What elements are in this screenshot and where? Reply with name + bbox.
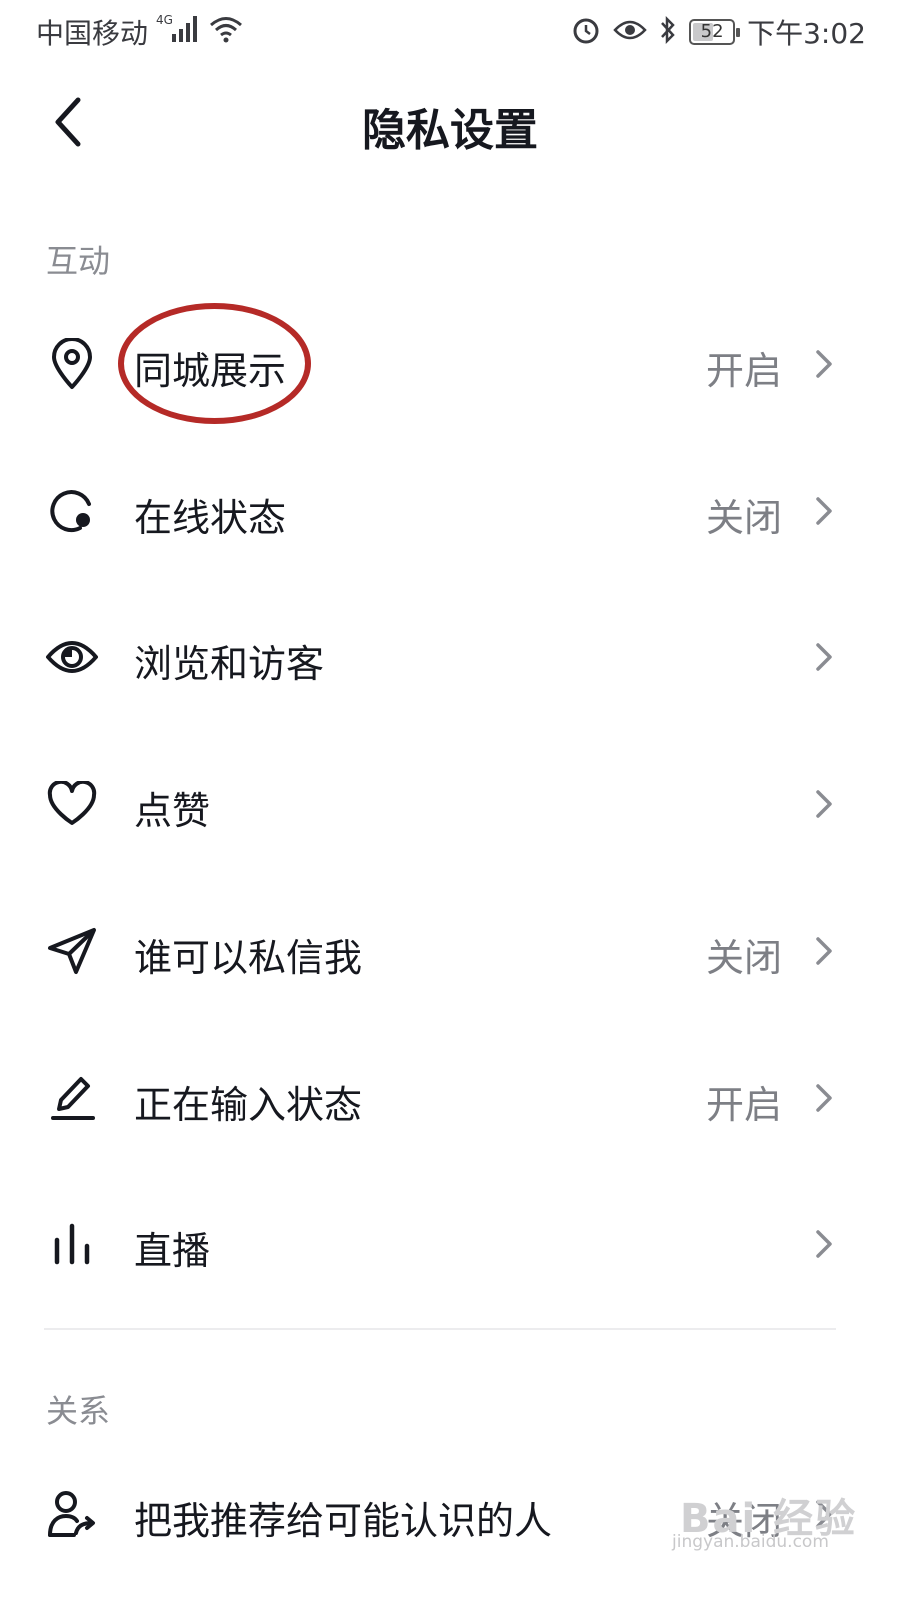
- chevron-right-icon: [816, 350, 832, 378]
- section-divider: [44, 1328, 836, 1330]
- nav-header: 隐私设置: [0, 64, 900, 180]
- setting-label: 浏览和访客: [134, 642, 325, 686]
- setting-label: 在线状态: [134, 496, 287, 540]
- setting-value: 开启: [705, 1083, 782, 1127]
- location-pin-icon: [44, 338, 100, 390]
- setting-row-live-stream[interactable]: 直播: [0, 1170, 900, 1316]
- heart-icon: [44, 778, 100, 830]
- setting-label: 正在输入状态: [134, 1083, 363, 1127]
- watermark-url: jingyan.baidu.com: [672, 1532, 829, 1552]
- bar-chart-icon: [44, 1218, 100, 1270]
- chevron-right-icon: [816, 790, 832, 818]
- section-header-relationship: 关系: [46, 1392, 111, 1430]
- chevron-right-icon: [816, 1230, 832, 1258]
- setting-row-browsing-visitors[interactable]: 浏览和访客: [0, 583, 900, 729]
- wifi-icon: [208, 14, 244, 48]
- clock-time: 下午3:02: [747, 17, 866, 50]
- chevron-right-icon: [816, 497, 832, 525]
- network-type: 4G: [156, 13, 173, 27]
- online-status-icon: [44, 485, 100, 537]
- setting-value: 开启: [705, 349, 782, 393]
- setting-label: 直播: [134, 1229, 211, 1273]
- signal-icon: 4G: [154, 12, 202, 50]
- setting-label: 点赞: [134, 789, 211, 833]
- carrier-name: 中国移动: [36, 17, 149, 50]
- setting-value: 关闭: [705, 496, 782, 540]
- setting-row-online-status[interactable]: 在线状态 关闭: [0, 437, 900, 583]
- setting-label: 把我推荐给可能认识的人: [134, 1499, 553, 1543]
- status-bar: 中国移动 4G 52 下午3:02: [0, 0, 900, 64]
- page-title: 隐私设置: [362, 105, 538, 156]
- eye-icon: [44, 631, 100, 683]
- chevron-right-icon: [816, 643, 832, 671]
- pencil-icon: [44, 1072, 100, 1124]
- eye-comfort-icon: [613, 18, 647, 46]
- setting-row-likes[interactable]: 点赞: [0, 730, 900, 876]
- chevron-right-icon: [816, 1084, 832, 1112]
- battery-percent: 52: [700, 21, 724, 42]
- setting-row-who-can-message[interactable]: 谁可以私信我 关闭: [0, 877, 900, 1023]
- setting-row-nearby-display[interactable]: 同城展示 开启: [0, 290, 900, 436]
- battery-icon: 52: [689, 19, 741, 45]
- section-header-interaction: 互动: [46, 242, 111, 280]
- setting-row-typing-status[interactable]: 正在输入状态 开启: [0, 1024, 900, 1170]
- bluetooth-icon: [659, 15, 677, 49]
- chevron-right-icon: [816, 937, 832, 965]
- setting-label: 谁可以私信我: [134, 936, 363, 980]
- alarm-icon: [571, 15, 601, 49]
- setting-label: 同城展示: [134, 349, 287, 393]
- paper-plane-icon: [44, 925, 100, 977]
- setting-value: 关闭: [705, 936, 782, 980]
- user-share-icon: [44, 1488, 100, 1540]
